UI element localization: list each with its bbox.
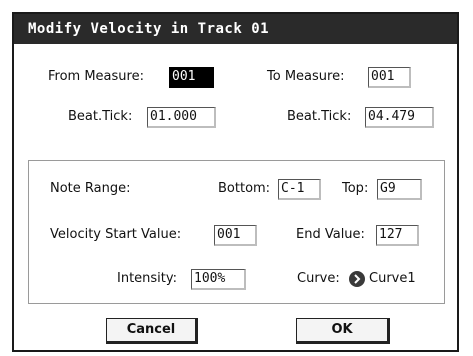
to-beat-tick-label: Beat.Tick: [287,109,352,124]
to-beat-tick-field[interactable]: 04.479 [365,107,434,128]
from-beat-tick-field[interactable]: 01.000 [147,107,216,128]
from-beat-tick-label: Beat.Tick: [68,109,133,124]
end-value-label: End Value: [296,227,365,242]
to-measure-label: To Measure: [267,69,345,84]
from-measure-label: From Measure: [48,69,144,84]
velocity-start-field[interactable]: 001 [214,225,257,246]
velocity-start-label: Velocity Start Value: [50,227,182,242]
curve-label: Curve: [297,271,340,286]
chevron-right-icon[interactable] [349,271,365,287]
to-measure-field[interactable]: 001 [368,67,411,88]
ok-button[interactable]: OK [296,318,390,344]
top-label: Top: [342,181,369,196]
dialog-title: Modify Velocity in Track 01 [14,14,457,44]
cancel-button[interactable]: Cancel [106,318,198,344]
intensity-field[interactable]: 100% [191,269,246,290]
bottom-note-field[interactable]: C-1 [278,179,321,200]
modify-velocity-dialog: Modify Velocity in Track 01 From Measure… [12,12,459,352]
curve-value[interactable]: Curve1 [369,270,416,288]
from-measure-field[interactable]: 001 [169,67,214,88]
intensity-label: Intensity: [117,271,178,286]
note-range-label: Note Range: [50,181,131,196]
bottom-label: Bottom: [218,181,271,196]
top-note-field[interactable]: G9 [377,179,422,200]
end-value-field[interactable]: 127 [376,225,419,246]
